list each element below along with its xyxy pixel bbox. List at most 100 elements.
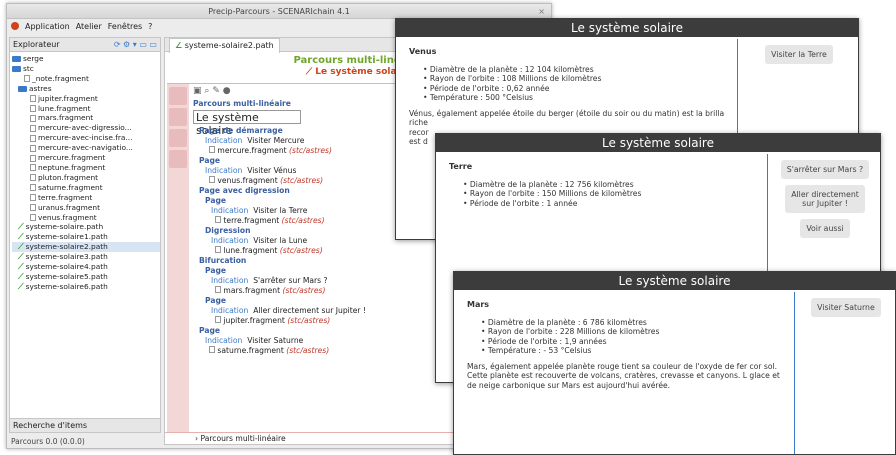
search-items-bar[interactable]: Recherche d'items xyxy=(10,418,160,432)
fact-item: Température : 500 °Celsius xyxy=(423,93,725,103)
file-icon xyxy=(30,95,36,103)
see-also-button[interactable]: Voir aussi xyxy=(800,219,850,238)
tree-item[interactable]: ⟋ systeme-solaire2.path xyxy=(12,242,160,253)
indication-label: Indication xyxy=(211,236,249,245)
file-icon xyxy=(30,213,36,221)
stop-on-mars-button[interactable]: S'arrêter sur Mars ? xyxy=(780,160,870,179)
tree-item[interactable]: mercure.fragment xyxy=(12,153,160,163)
menu-fenetres[interactable]: Fenêtres xyxy=(108,22,142,31)
file-icon xyxy=(30,184,36,192)
tree-item[interactable]: mercure-avec-navigatio... xyxy=(12,143,160,153)
venus-nav: Visiter la Terre xyxy=(740,39,858,70)
fragment-path: (stc/astres) xyxy=(279,246,323,255)
tree-item[interactable]: astres xyxy=(12,84,160,94)
tree-item[interactable]: pluton.fragment xyxy=(12,173,160,183)
fact-item: Période de l'orbite : 1,9 années xyxy=(481,337,782,347)
save-icon[interactable]: ▣ xyxy=(193,86,202,96)
fact-item: Diamètre de la planète : 6 786 kilomètre… xyxy=(481,318,782,328)
fact-item: Période de l'orbite : 0,62 année xyxy=(423,84,725,94)
fragment-name: venus.fragment xyxy=(217,176,278,185)
tree-item-label: systeme-solaire3.path xyxy=(25,252,108,262)
tree-item-label: neptune.fragment xyxy=(38,162,106,172)
tree-item[interactable]: venus.fragment xyxy=(12,213,160,223)
explorer-header: Explorateur ⟳ ⚙ ▾ ▭ ▭ xyxy=(10,38,160,52)
mars-facts: Diamètre de la planète : 6 786 kilomètre… xyxy=(467,318,782,356)
preview-window-title: Le système solaire xyxy=(454,272,895,290)
fact-item: Rayon de l'orbite : 150 Millions de kilo… xyxy=(463,189,755,199)
tree-item[interactable]: ⟋ systeme-solaire5.path xyxy=(12,272,160,282)
menu-help[interactable]: ? xyxy=(148,22,152,31)
go-to-jupiter-button[interactable]: Aller directement sur Jupiter ! xyxy=(785,185,865,213)
file-icon xyxy=(30,174,36,182)
title-input[interactable]: Le système solaire xyxy=(193,110,301,137)
tree-item[interactable]: ⟋ systeme-solaire3.path xyxy=(12,252,160,262)
tree-item[interactable]: _note.fragment xyxy=(12,74,160,84)
indication-text: Visiter la Terre xyxy=(253,206,308,215)
tree-item[interactable]: neptune.fragment xyxy=(12,163,160,173)
tree-item-label: systeme-solaire4.path xyxy=(25,262,108,272)
visit-saturn-button[interactable]: Visiter Saturne xyxy=(811,298,881,317)
mars-nav: Visiter Saturne xyxy=(797,292,895,323)
visit-earth-button[interactable]: Visiter la Terre xyxy=(765,45,833,64)
gear-icon[interactable] xyxy=(169,108,187,126)
tree-item[interactable]: ⟋ systeme-solaire6.path xyxy=(12,282,160,292)
tree-item[interactable]: jupiter.fragment xyxy=(12,94,160,104)
preview-icon[interactable] xyxy=(169,129,187,147)
fragment-path: (stc/astres) xyxy=(281,216,325,225)
tree-item[interactable]: saturne.fragment xyxy=(12,183,160,193)
tree-item-label: astres xyxy=(29,83,52,93)
fragment-path: (stc/astres) xyxy=(282,286,326,295)
tree-item[interactable]: lune.fragment xyxy=(12,104,160,114)
path-icon: ⟋ xyxy=(305,67,316,77)
tree-item[interactable]: mercure-avec-incise.fra... xyxy=(12,133,160,143)
fragment-path: (stc/astres) xyxy=(287,316,331,325)
tree-item[interactable]: mercure-avec-digressio... xyxy=(12,123,160,133)
search-items-label[interactable]: Recherche d'items xyxy=(13,421,87,430)
file-icon xyxy=(209,146,215,153)
tree-item[interactable]: ⟋ systeme-solaire4.path xyxy=(12,262,160,272)
file-icon xyxy=(215,216,221,223)
tree-item[interactable]: serge xyxy=(12,54,160,64)
editor-tab[interactable]: ∠ systeme-solaire2.path xyxy=(169,38,280,53)
path-icon: ∠ xyxy=(175,41,183,50)
fact-item: Période de l'orbite : 1 année xyxy=(463,199,755,209)
venus-name: Venus xyxy=(409,47,437,56)
tree-item[interactable]: terre.fragment xyxy=(12,193,160,203)
explorer-title: Explorateur xyxy=(13,40,60,49)
venus-text-2: riche xyxy=(409,118,428,127)
file-icon xyxy=(24,75,30,83)
close-icon[interactable]: × xyxy=(538,4,545,19)
menu-atelier[interactable]: Atelier xyxy=(76,22,102,31)
tree-item-label: systeme-solaire1.path xyxy=(25,232,108,242)
explorer-tools-icon[interactable]: ⟳ ⚙ ▾ ▭ ▭ xyxy=(114,40,157,49)
indication-label: Indication xyxy=(205,166,243,175)
publish-icon[interactable] xyxy=(169,150,187,168)
tree-item[interactable]: mars.fragment xyxy=(12,113,160,123)
brush-icon[interactable]: ✎ xyxy=(212,86,220,96)
indication-text: Visiter Mercure xyxy=(247,136,305,145)
path-icon: ⟋ xyxy=(18,242,24,252)
indication-text: Visiter la Lune xyxy=(253,236,308,245)
indication-text: Visiter Vénus xyxy=(247,166,297,175)
edition-mode-icon[interactable] xyxy=(169,87,187,105)
fact-item: Diamètre de la planète : 12 756 kilomètr… xyxy=(463,180,755,190)
file-icon xyxy=(209,346,215,353)
tree-item[interactable]: ⟋ systeme-solaire1.path xyxy=(12,232,160,242)
info-icon[interactable]: ● xyxy=(223,86,231,96)
tree-item-label: systeme-solaire2.path xyxy=(25,242,108,252)
app-logo-icon xyxy=(11,22,19,30)
tree-item[interactable]: ⟋ systeme-solaire.path xyxy=(12,222,160,232)
tree-item-label: systeme-solaire.path xyxy=(25,222,104,232)
fragment-path: (stc/astres) xyxy=(289,146,332,155)
fragment-name: mercure.fragment xyxy=(217,146,287,155)
tree-item[interactable]: stc xyxy=(12,64,160,74)
fact-item: Rayon de l'orbite : 228 Millions de kilo… xyxy=(481,327,782,337)
status-bar: Parcours 0.0 (0.0.0) xyxy=(11,437,85,446)
window-title: Precip-Parcours - SCENARIchain 4.1 xyxy=(208,7,350,16)
menu-application[interactable]: Application xyxy=(25,22,70,31)
tree-item-label: _note.fragment xyxy=(32,73,89,83)
search-icon[interactable]: ⌕ xyxy=(204,86,209,96)
preview-window-mars: Le système solaire Mars Diamètre de la p… xyxy=(453,271,896,455)
tree-item[interactable]: uranus.fragment xyxy=(12,203,160,213)
file-icon xyxy=(215,286,221,293)
